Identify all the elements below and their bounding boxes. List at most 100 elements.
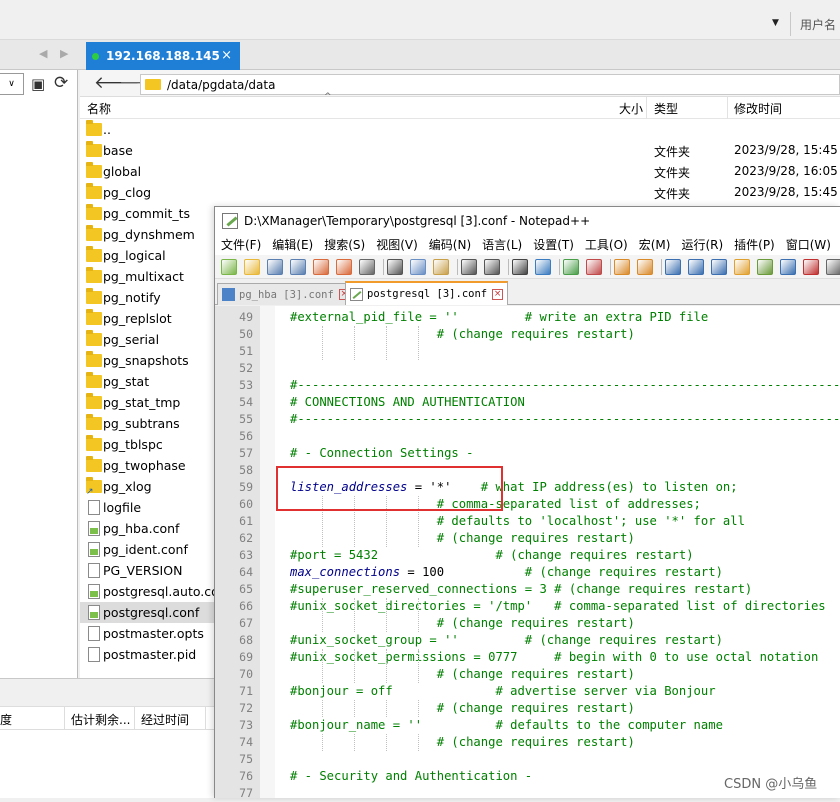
replace-icon[interactable] [535, 259, 551, 275]
column-elapsed[interactable]: 经过时间 [141, 711, 189, 728]
indent-guide [386, 734, 387, 751]
column-divider[interactable] [646, 97, 647, 119]
find-icon[interactable] [512, 259, 528, 275]
file-row[interactable]: pg_clog 文件夹 2023/9/28, 15:45 [80, 182, 840, 203]
tab-scroll-right-icon[interactable]: ▶ [60, 47, 68, 60]
chevron-down-icon[interactable]: ▼ [772, 18, 779, 28]
menu-item[interactable]: 插件(P) [734, 236, 775, 253]
file-name: pg_twophase [103, 458, 186, 473]
file-type: 文件夹 [654, 187, 691, 201]
column-size[interactable]: 大小 [619, 100, 643, 117]
connected-status-icon [92, 52, 99, 60]
refresh-icon[interactable]: ⟳ [54, 73, 68, 93]
code-line: # - Connection Settings - [290, 446, 474, 460]
config-file-icon [88, 584, 100, 599]
file-name: pg_subtrans [103, 416, 180, 431]
file-name: pg_stat_tmp [103, 395, 181, 410]
new-file-icon[interactable] [221, 259, 237, 275]
line-number: 53 [239, 378, 253, 392]
indent-guide [354, 734, 355, 751]
open-file-icon[interactable] [244, 259, 260, 275]
folder-icon [86, 372, 102, 388]
code-line: #external_pid_file = '' # write an extra… [290, 310, 709, 324]
folder-icon [86, 162, 102, 178]
doc-map-icon[interactable] [757, 259, 773, 275]
notepadpp-titlebar[interactable]: D:\XManager\Temporary\postgresql [3].con… [215, 207, 840, 234]
line-number: 59 [239, 480, 253, 494]
menu-item[interactable]: 运行(R) [681, 236, 723, 253]
save-all-icon[interactable] [290, 259, 306, 275]
cut-icon[interactable] [387, 259, 403, 275]
modified-file-icon [350, 287, 363, 301]
zoom-in-icon[interactable] [563, 259, 579, 275]
indent-guide-icon[interactable] [711, 259, 727, 275]
close-tab-icon[interactable]: × [492, 288, 504, 300]
menu-item[interactable]: 设置(T) [533, 236, 574, 253]
tab-scroll-left-icon[interactable]: ◀ [39, 47, 47, 60]
sync-horizontal-icon[interactable] [637, 259, 653, 275]
line-number: 67 [239, 616, 253, 630]
file-row[interactable]: base 文件夹 2023/9/28, 15:45 [80, 140, 840, 161]
folder-icon [86, 141, 102, 157]
file-type: 文件夹 [654, 145, 691, 159]
tab-session[interactable]: 192.168.188.145 × [86, 42, 240, 70]
file-icon [88, 563, 100, 578]
menu-item[interactable]: 编码(N) [429, 236, 471, 253]
close-icon[interactable]: × [221, 48, 232, 63]
file-name: pg_commit_ts [103, 206, 191, 221]
menu-item[interactable]: 窗口(W) [786, 236, 831, 253]
redo-icon[interactable] [484, 259, 500, 275]
column-name[interactable]: 名称 [87, 100, 111, 117]
show-all-chars-icon[interactable] [688, 259, 704, 275]
language-icon[interactable] [734, 259, 750, 275]
column-mtime[interactable]: 修改时间 [734, 100, 782, 117]
tab-label: postgresql [3].conf [367, 288, 488, 300]
tab-postgresql-conf[interactable]: postgresql [3].conf × [345, 281, 509, 305]
close-icon[interactable] [313, 259, 329, 275]
column-remaining[interactable]: 估计剩余... [71, 711, 130, 728]
file-name: pg_logical [103, 248, 166, 263]
annotation-highlight-box [276, 466, 503, 511]
menu-item[interactable]: 搜索(S) [324, 236, 365, 253]
line-number: 57 [239, 446, 253, 460]
column-divider[interactable] [64, 706, 65, 730]
menu-item[interactable]: 视图(V) [376, 236, 418, 253]
record-macro-icon[interactable] [803, 259, 819, 275]
sync-vertical-icon[interactable] [614, 259, 630, 275]
menu-item[interactable]: 宏(M) [639, 236, 671, 253]
zoom-out-icon[interactable] [586, 259, 602, 275]
transfer-list [0, 730, 214, 798]
menu-item[interactable]: 工具(O) [585, 236, 628, 253]
save-icon[interactable] [267, 259, 283, 275]
column-divider[interactable] [205, 706, 206, 730]
file-row[interactable]: global 文件夹 2023/9/28, 16:05 [80, 161, 840, 182]
column-divider[interactable] [727, 97, 728, 119]
open-folder-icon[interactable]: ▣ [31, 75, 45, 93]
close-all-icon[interactable] [336, 259, 352, 275]
column-type[interactable]: 类型 [654, 100, 678, 117]
file-row[interactable]: .. [80, 119, 840, 140]
file-name: pg_hba.conf [103, 521, 180, 536]
line-number: 65 [239, 582, 253, 596]
remote-path-field[interactable]: /data/pgdata/data [140, 74, 840, 95]
local-path-dropdown[interactable]: ∨ [0, 73, 24, 95]
saved-file-icon [222, 288, 235, 301]
function-list-icon[interactable] [780, 259, 796, 275]
stop-icon[interactable] [826, 259, 840, 275]
code-line: # CONNECTIONS AND AUTHENTICATION [290, 395, 525, 409]
column-divider[interactable] [134, 706, 135, 730]
line-number: 76 [239, 769, 253, 783]
paste-icon[interactable] [433, 259, 449, 275]
menu-item[interactable]: 编辑(E) [272, 236, 313, 253]
word-wrap-icon[interactable] [665, 259, 681, 275]
menu-item[interactable]: 语言(L) [482, 236, 522, 253]
folder-icon [86, 414, 102, 430]
print-icon[interactable] [359, 259, 375, 275]
undo-icon[interactable] [461, 259, 477, 275]
column-progress[interactable]: 度 [0, 711, 12, 728]
code-line: #unix_socket_group = '' # (change requir… [290, 633, 723, 647]
tab-pg-hba-conf[interactable]: pg_hba [3].conf × [217, 283, 355, 305]
menu-item[interactable]: 文件(F) [221, 236, 261, 253]
copy-icon[interactable] [410, 259, 426, 275]
username-label: 用户名 [800, 18, 837, 32]
